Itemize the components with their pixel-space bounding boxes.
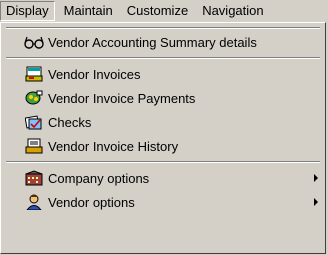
menu-item-label: Vendor options (48, 194, 135, 210)
submenu-arrow-icon (314, 174, 318, 182)
menu-item-company-options[interactable]: Company options (4, 167, 322, 189)
menu-display[interactable]: Display (0, 1, 55, 21)
menu-separator (6, 57, 320, 59)
menu-separator (6, 161, 320, 163)
menu-item-vendor-accounting-summary[interactable]: Vendor Accounting Summary details (4, 31, 322, 53)
menu-customize[interactable]: Customize (122, 1, 193, 21)
menu-item-checks[interactable]: Checks (4, 111, 322, 133)
menu-item-vendor-invoice-payments[interactable]: Vendor Invoice Payments (4, 87, 322, 109)
menu-item-label: Vendor Invoices (48, 66, 141, 82)
vendor-icon (24, 193, 44, 211)
glasses-icon (24, 33, 44, 51)
company-icon (24, 169, 44, 187)
menu-item-label: Checks (48, 114, 92, 130)
payments-icon (24, 89, 44, 107)
menu-separator (6, 27, 320, 29)
menu-item-label: Company options (48, 170, 150, 186)
display-menu-dropdown: Vendor Accounting Summary details Vendor… (0, 22, 326, 254)
menu-item-label: Vendor Invoice History (48, 138, 179, 154)
menu-navigation[interactable]: Navigation (197, 1, 268, 21)
submenu-arrow-icon (314, 198, 318, 206)
history-icon (24, 137, 44, 155)
invoice-icon (24, 65, 44, 83)
menu-item-vendor-invoices[interactable]: Vendor Invoices (4, 63, 322, 85)
checks-icon (24, 113, 44, 131)
menu-item-vendor-options[interactable]: Vendor options (4, 191, 322, 213)
menu-bar: Display Maintain Customize Navigation (0, 0, 328, 22)
menu-item-label: Vendor Accounting Summary details (48, 34, 257, 50)
menu-item-label: Vendor Invoice Payments (48, 90, 196, 106)
menu-maintain[interactable]: Maintain (59, 1, 118, 21)
menu-item-vendor-invoice-history[interactable]: Vendor Invoice History (4, 135, 322, 157)
